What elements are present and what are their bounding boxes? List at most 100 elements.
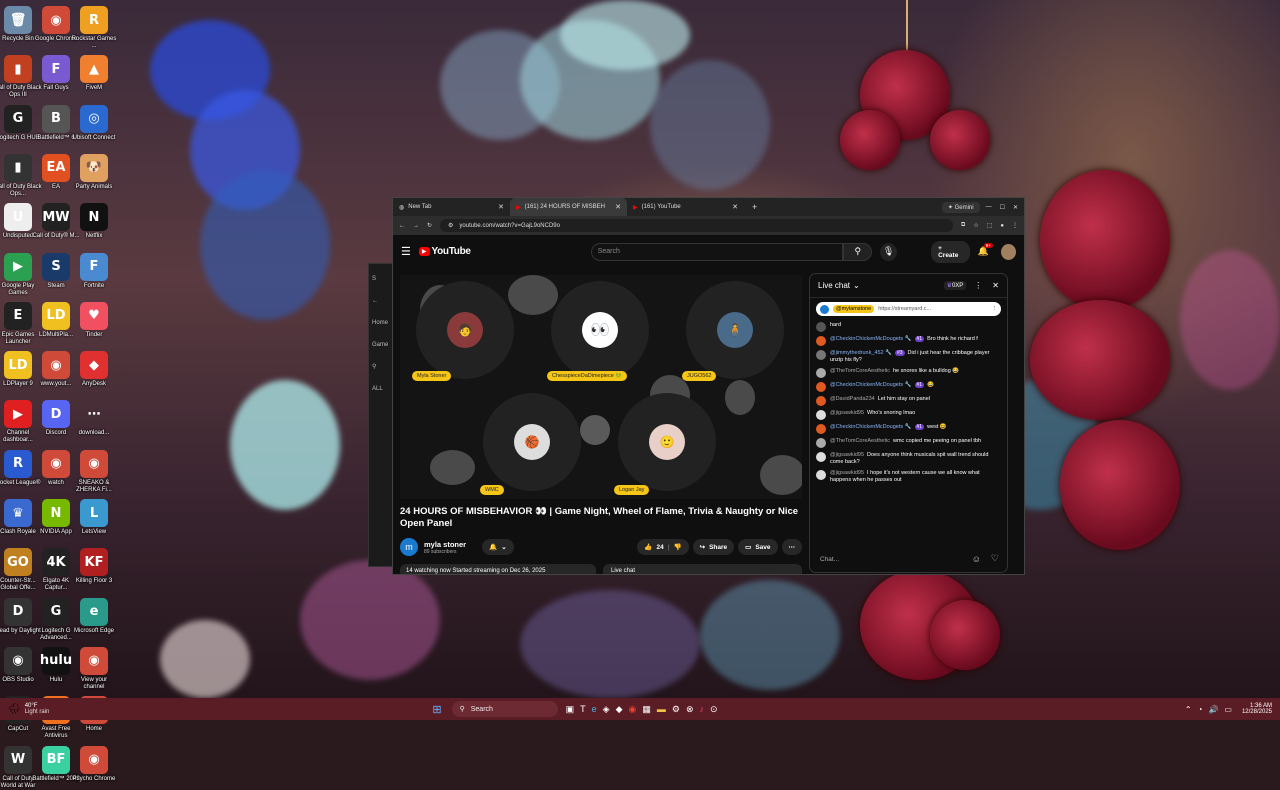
chat-message[interactable]: @jigsawkid95 I hope it's not western caus… [810, 468, 1007, 486]
desktop-icon[interactable]: N Netflix [70, 199, 118, 247]
participant-tile[interactable]: 👀 [551, 281, 649, 379]
taskbar-search[interactable]: ⚲ Search [451, 701, 558, 717]
video-player[interactable]: 🧑 👀 🧍 🏀 🙂 Myla Stoner ChesspieceDaDimepi… [400, 275, 802, 499]
chat-message[interactable]: @CheckinChickenMcDougets 🔧 #1 Bro think he… [810, 334, 1007, 348]
channel-name[interactable]: myla stoner [424, 540, 466, 549]
share-button[interactable]: ↪ Share [692, 539, 735, 555]
pinned-menu-icon[interactable]: ⋮ [992, 306, 998, 312]
battery-icon[interactable]: ▭ [1224, 705, 1232, 714]
chat-username[interactable]: @TheTomCoreAesthetic [830, 368, 890, 374]
desktop-icon[interactable]: ⋯ download... [70, 396, 118, 444]
participant-tile[interactable]: 🙂 [618, 393, 716, 491]
desktop-icon[interactable]: ◆ AnyDesk [70, 347, 118, 395]
close-tab-icon[interactable]: ✕ [498, 203, 504, 211]
chat-username[interactable]: @TheTomCoreAesthetic [830, 438, 890, 444]
chat-message[interactable]: @TheTomCoreAesthetic wmc copied me peeing… [810, 436, 1007, 450]
volume-icon[interactable]: 🔊 [1208, 705, 1218, 714]
chat-message[interactable]: @CheckinChickenMcDougets 🔧 #1 😂 [810, 380, 1007, 394]
weather-widget[interactable]: 🌧 40°F Light rain [8, 703, 49, 715]
network-icon[interactable]: ◔ [1198, 705, 1203, 714]
desktop-icon[interactable]: ◉ View your channel [70, 643, 118, 691]
desktop-icon[interactable]: ▲ FiveM [70, 51, 118, 99]
close-tab-icon[interactable]: ✕ [732, 203, 738, 211]
mic-icon[interactable]: 🎙 [880, 242, 898, 261]
reload-icon[interactable]: ↻ [427, 222, 432, 229]
search-button[interactable]: ⚲ [843, 242, 873, 261]
chat-username[interactable]: @jigsawkid95 [830, 470, 864, 476]
desktop-icon[interactable]: 🐶 Party Animals [70, 150, 118, 198]
desktop-icon[interactable]: R Rockstar Games ... [70, 2, 118, 50]
desktop-icon[interactable]: ♥ Tinder [70, 298, 118, 346]
edge-icon[interactable]: e [592, 704, 597, 715]
tab-livestream[interactable]: ▶ (161) 24 HOURS OF MISBEH ✕ [510, 198, 627, 216]
save-button[interactable]: ▭ Save [738, 539, 778, 555]
emoji-icon[interactable]: ☺ [972, 554, 981, 564]
tab-new-tab[interactable]: ◍ New Tab ✕ [393, 198, 510, 216]
chat-message[interactable]: @jigsawkid95 Does anyone think musicals s… [810, 450, 1007, 468]
chat-menu-icon[interactable]: ⋮ [974, 281, 982, 290]
chat-username[interactable]: @CheckinChickenMcDougets 🔧 [830, 336, 912, 342]
chevron-up-icon[interactable]: ⌃ [1185, 705, 1192, 714]
participant-tile[interactable]: 🧍 [686, 281, 784, 379]
new-tab-button[interactable]: + [752, 202, 757, 212]
live-chat-toggle[interactable]: Live chat [603, 564, 802, 574]
chat-input[interactable]: Chat... [816, 552, 956, 566]
teams-icon[interactable]: T [580, 704, 586, 715]
desktop-icon[interactable]: L LetsView [70, 495, 118, 543]
site-info-icon[interactable]: ⚙ [448, 222, 453, 229]
task-view-icon[interactable]: ▣ [566, 704, 575, 715]
clock[interactable]: 1:36 AM 12/28/2025 [1242, 703, 1272, 715]
browser-window[interactable]: ◍ New Tab ✕ ▶ (161) 24 HOURS OF MISBEH ✕… [392, 197, 1025, 575]
chat-username[interactable]: @DavidPanda234 [830, 396, 875, 402]
create-button[interactable]: + Create [931, 240, 970, 263]
chat-username[interactable]: @jigsawkid95 [830, 410, 864, 416]
minimize-button[interactable]: — [986, 204, 992, 210]
app-icon[interactable]: ◆ [616, 704, 623, 715]
chat-title[interactable]: Live chat [818, 281, 850, 290]
more-actions-button[interactable]: ⋯ [781, 539, 802, 555]
close-tab-icon[interactable]: ✕ [615, 203, 621, 211]
youtube-logo[interactable]: ▶ YouTube [418, 246, 471, 257]
xp-badge[interactable]: ♛0XP [943, 281, 967, 290]
extensions-icon[interactable]: ⬚ [987, 222, 993, 229]
chat-message[interactable]: @jigsawkid95 Who's snoring lmao [810, 408, 1007, 422]
forward-icon[interactable]: → [413, 223, 419, 229]
desktop-icon[interactable]: e Microsoft Edge [70, 594, 118, 642]
tab-youtube[interactable]: ▶ (161) YouTube ✕ [627, 198, 744, 216]
thumbs-down-icon[interactable]: 👎 [674, 543, 682, 551]
chat-username[interactable]: @CheckinChickenMcDougets 🔧 [830, 424, 912, 430]
pinned-link[interactable]: https://streamyard.c... [878, 306, 931, 312]
heart-icon[interactable]: ♡ [991, 553, 999, 564]
desktop-icon[interactable]: ◉ SNEAKO & ZHERKA Fi... [70, 446, 118, 494]
desktop-icon[interactable]: ◎ Ubisoft Connect [70, 101, 118, 149]
participant-tile[interactable]: 🏀 [483, 393, 581, 491]
chevron-down-icon[interactable]: ⌄ [853, 281, 860, 290]
back-icon[interactable]: ← [399, 223, 405, 229]
install-icon[interactable]: ⧉ [961, 222, 965, 229]
chat-username[interactable]: @jimmythedrunk_452 🔧 [830, 350, 892, 356]
pinned-message[interactable]: @mylamstone https://streamyard.c... ⋮ [816, 302, 1001, 316]
channel-avatar[interactable]: m [400, 538, 418, 556]
bookmark-star-icon[interactable]: ☆ [973, 222, 978, 229]
menu-icon[interactable]: ⋮ [1012, 222, 1018, 229]
maximize-button[interactable]: ☐ [1000, 204, 1005, 211]
subscribed-bell-button[interactable]: 🔔 ⌄ [482, 539, 514, 555]
chat-message[interactable]: @jimmythedrunk_452 🔧 #3 Did i just hear th… [810, 348, 1007, 366]
desktop-icon[interactable]: ◉ Psycho Chrome [70, 742, 118, 790]
account-avatar[interactable] [1000, 243, 1016, 260]
desktop-icon[interactable]: F Fortnite [70, 249, 118, 297]
xbox-icon[interactable]: ⊗ [686, 704, 694, 715]
chat-username[interactable]: @jigsawkid95 [830, 452, 864, 458]
copilot-icon[interactable]: ◈ [603, 704, 610, 715]
background-window[interactable]: S ← Home Game ⚲ ALL [368, 263, 394, 567]
participant-tile[interactable]: 🧑 [416, 281, 514, 379]
chat-message[interactable]: @TheTomCoreAesthetic he snores like a bul… [810, 366, 1007, 380]
notifications-icon[interactable]: 🔔 9+ [978, 243, 993, 257]
close-chat-icon[interactable]: ✕ [992, 281, 999, 290]
chat-message[interactable]: @CheckinChickenMcDougets 🔧 #1 west 😆 [810, 422, 1007, 436]
desktop-icon[interactable]: KF Killing Floor 3 [70, 544, 118, 592]
store-icon[interactable]: ▦ [642, 704, 651, 715]
settings-icon[interactable]: ⚙ [672, 704, 680, 715]
like-button[interactable]: 👍 24 | 👎 [637, 539, 689, 555]
close-window-button[interactable]: ✕ [1013, 204, 1018, 211]
